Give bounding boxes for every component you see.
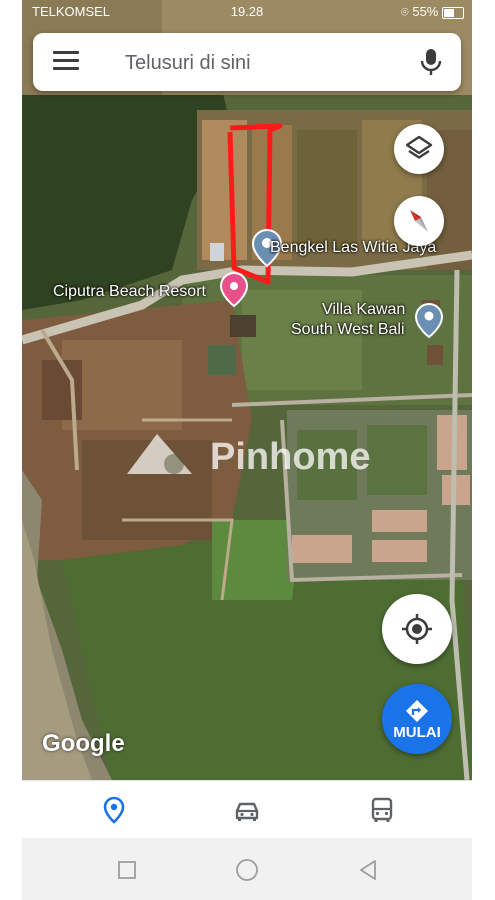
car-icon[interactable] — [232, 795, 262, 825]
search-bar — [33, 33, 461, 91]
place-label[interactable]: Ciputra Beach Resort — [53, 283, 206, 301]
battery-percent: 55% — [412, 4, 439, 19]
my-location-icon — [402, 614, 432, 644]
battery-icon — [442, 6, 464, 19]
home-icon[interactable] — [235, 858, 259, 882]
status-bar: TELKOMSEL 19.28 ⌾ 55% — [22, 0, 472, 24]
phone-screen: TELKOMSEL 19.28 ⌾ 55% Telusuri di sini B… — [22, 0, 472, 900]
back-icon[interactable] — [357, 859, 379, 881]
compass-icon — [410, 210, 428, 232]
watermark-text: Pinhome — [210, 436, 371, 478]
location-icon: ⌾ — [400, 4, 409, 19]
google-logo: Google — [42, 730, 125, 757]
place-label[interactable]: South West Bali — [291, 321, 405, 339]
menu-icon[interactable] — [53, 51, 79, 71]
bottom-navigation — [22, 780, 472, 839]
start-directions-label: MULAI — [393, 724, 441, 741]
system-navigation-bar — [22, 838, 472, 900]
pinhome-watermark: Pinhome — [122, 426, 370, 491]
clock: 19.28 — [230, 4, 264, 19]
compass-button[interactable] — [394, 196, 444, 246]
layers-icon — [405, 135, 433, 159]
layers-button[interactable] — [394, 124, 444, 174]
recents-icon[interactable] — [117, 860, 137, 880]
pinhome-logo-icon — [127, 434, 192, 474]
bus-icon[interactable] — [367, 795, 397, 825]
mic-icon[interactable] — [419, 48, 443, 76]
search-input[interactable] — [123, 47, 387, 79]
place-label[interactable]: Villa Kawan — [322, 301, 405, 319]
location-pin-icon[interactable] — [99, 795, 129, 825]
start-directions-button[interactable]: MULAI — [382, 684, 452, 754]
my-location-button[interactable] — [382, 594, 452, 664]
